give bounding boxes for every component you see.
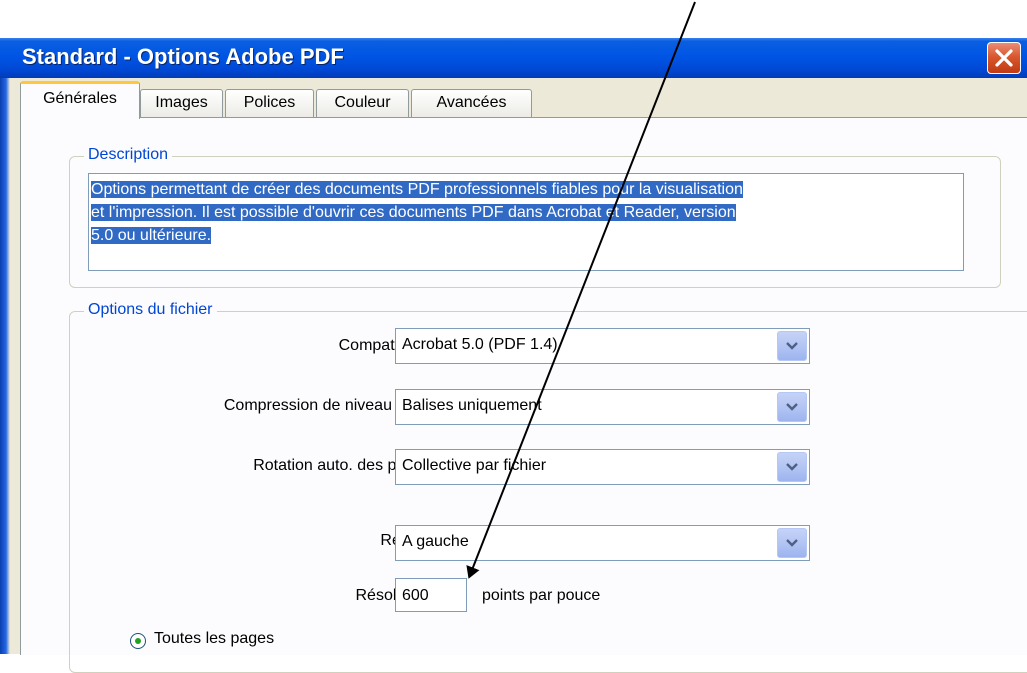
tab-generales[interactable]: Générales xyxy=(20,81,140,119)
title-bar[interactable]: Standard - Options Adobe PDF xyxy=(0,38,1027,78)
tab-images[interactable]: Images xyxy=(140,89,223,117)
dropdown-button[interactable] xyxy=(777,452,807,482)
rotation-value: Collective par fichier xyxy=(402,457,547,474)
binding-select[interactable]: A gauche xyxy=(395,525,810,561)
all-pages-label: Toutes les pages xyxy=(154,630,275,647)
window-border xyxy=(0,78,10,654)
general-tab-panel: Description Options permettant de créer … xyxy=(20,117,1027,673)
dropdown-button[interactable] xyxy=(777,528,807,558)
description-text[interactable]: Options permettant de créer des document… xyxy=(88,173,964,271)
dropdown-button[interactable] xyxy=(777,392,807,422)
dropdown-button[interactable] xyxy=(777,331,807,361)
file-options-group: Options du fichier Compatibilité : Acrob… xyxy=(69,301,1027,673)
description-legend: Description xyxy=(84,146,173,164)
description-line: 5.0 ou ultérieure. xyxy=(91,227,212,244)
tab-label: Polices xyxy=(243,94,296,111)
chevron-down-icon xyxy=(786,539,798,547)
file-options-legend: Options du fichier xyxy=(84,301,217,319)
pdf-options-dialog: Standard - Options Adobe PDF Générales I… xyxy=(0,38,1027,673)
compatibility-select[interactable]: Acrobat 5.0 (PDF 1.4) xyxy=(395,328,810,364)
description-line: Options permettant de créer des document… xyxy=(91,181,743,198)
tab-label: Avancées xyxy=(436,94,507,111)
all-pages-radio[interactable] xyxy=(130,633,146,649)
chevron-down-icon xyxy=(786,342,798,350)
tab-couleur[interactable]: Couleur xyxy=(316,89,409,117)
close-icon xyxy=(995,49,1013,67)
close-button[interactable] xyxy=(987,42,1021,74)
binding-value: A gauche xyxy=(402,533,469,550)
tab-label: Générales xyxy=(43,90,117,107)
description-group: Description Options permettant de créer … xyxy=(69,146,1001,288)
resolution-input[interactable]: 600 xyxy=(395,578,467,612)
chevron-down-icon xyxy=(786,463,798,471)
resolution-unit: points par pouce xyxy=(482,587,601,604)
tab-avancees[interactable]: Avancées xyxy=(411,89,532,117)
rotation-select[interactable]: Collective par fichier xyxy=(395,449,810,485)
compatibility-value: Acrobat 5.0 (PDF 1.4) xyxy=(402,336,558,353)
tab-label: Couleur xyxy=(334,94,391,111)
compression-select[interactable]: Balises uniquement xyxy=(395,389,810,425)
description-line: et l'impression. Il est possible d'ouvri… xyxy=(91,204,736,221)
chevron-down-icon xyxy=(786,403,798,411)
tab-polices[interactable]: Polices xyxy=(225,89,314,117)
compression-value: Balises uniquement xyxy=(402,397,542,414)
window-title: Standard - Options Adobe PDF xyxy=(22,44,344,69)
tab-label: Images xyxy=(155,94,208,111)
radio-selected-dot xyxy=(135,638,141,644)
